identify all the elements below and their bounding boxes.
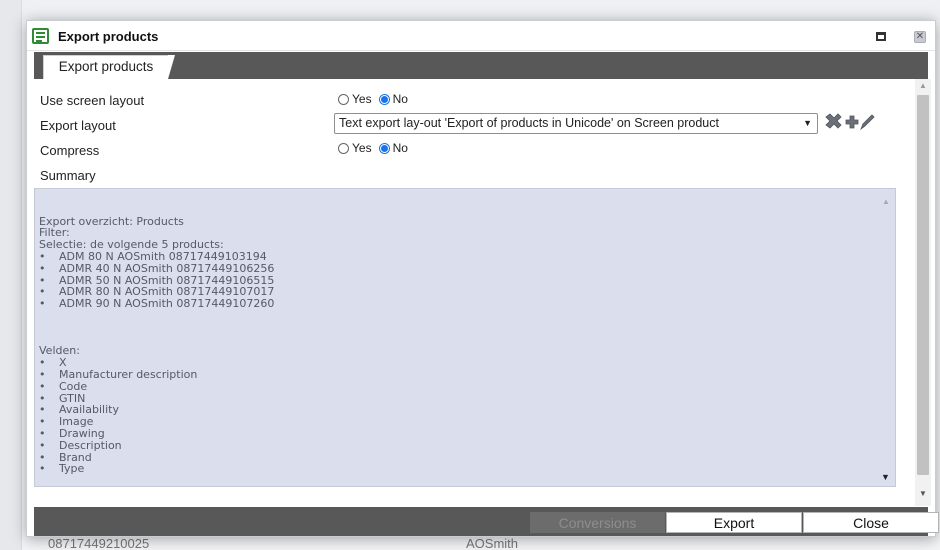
use-screen-layout-no-radio[interactable] [378, 93, 390, 105]
compress-radio-group: Yes No [338, 141, 412, 155]
use-screen-layout-yes-label[interactable]: Yes [352, 92, 372, 106]
compress-yes-label[interactable]: Yes [352, 141, 372, 155]
bullet-icon: • [39, 249, 46, 263]
summary-line-text: ADMR 90 N AOSmith 08717449107260 [59, 297, 275, 311]
summary-line: • ADMR 90 N AOSmith 08717449107260 [39, 298, 891, 310]
summary-line: • Manufacturer description [39, 369, 891, 381]
export-layout-tools [825, 113, 875, 131]
scroll-up-icon[interactable]: ▲ [919, 81, 927, 90]
delete-icon[interactable] [825, 113, 842, 129]
dialog-app-icon [32, 28, 49, 44]
tab-export-products[interactable]: Export products [43, 55, 175, 79]
add-icon[interactable] [845, 115, 859, 129]
compress-no-radio[interactable] [378, 142, 390, 154]
summary-line: • Code [39, 379, 891, 393]
summary-line: • Drawing [39, 428, 891, 440]
summary-line: • Brand [39, 451, 891, 464]
scroll-up-icon[interactable]: ▲ [882, 197, 890, 206]
dialog-footer: Conversions Export Close [34, 507, 939, 536]
bullet-icon: • [39, 438, 46, 452]
use-screen-layout-radio-group: Yes No [338, 92, 412, 106]
dialog-scrollbar[interactable]: ▲ ▼ [915, 79, 931, 506]
tab-bar: Export products [34, 52, 928, 79]
export-layout-label: Export layout [40, 118, 116, 133]
bullet-icon: • [39, 426, 46, 440]
close-button[interactable]: Close [803, 512, 939, 533]
scroll-down-icon[interactable]: ▼ [881, 472, 890, 482]
summary-line: • Description [39, 438, 891, 452]
export-layout-select[interactable]: Text export lay-out 'Export of products … [334, 113, 818, 134]
background-row-brand: AOSmith [466, 536, 519, 550]
background-row-gtin: 087174492100​25 [48, 536, 150, 550]
summary-line: Velden: [39, 345, 891, 357]
chevron-down-icon: ▼ [803, 118, 812, 128]
bullet-icon: • [39, 297, 46, 311]
summary-line-text: Type [59, 462, 85, 476]
use-screen-layout-label: Use screen layout [40, 93, 145, 108]
summary-textarea[interactable]: Export overzicht: Products Filter: Selecti… [34, 188, 896, 487]
close-icon[interactable]: ✕ [914, 31, 926, 43]
export-layout-selected-value: Text export lay-out 'Export of products … [339, 116, 719, 130]
summary-line [39, 334, 891, 346]
summary-line: Export overzicht: Products [39, 215, 891, 228]
compress-label: Compress [40, 143, 100, 158]
bullet-icon: • [39, 261, 46, 275]
bullet-icon: • [39, 367, 46, 381]
export-products-dialog: Export products ✕ Export products Use sc… [26, 20, 939, 537]
compress-no-label[interactable]: No [393, 141, 408, 155]
dialog-titlebar[interactable]: Export products ✕ [27, 21, 935, 51]
dialog-title: Export products [58, 29, 159, 44]
summary-label: Summary [40, 168, 96, 183]
conversions-button[interactable]: Conversions [530, 512, 665, 533]
summary-line: • GTIN [39, 392, 891, 405]
summary-line: • Availability [39, 404, 891, 416]
use-screen-layout-yes-radio[interactable] [338, 93, 349, 105]
summary-line [39, 322, 891, 334]
bullet-icon: • [39, 462, 46, 476]
summary-line: • Image [39, 416, 891, 428]
background-toolbar [0, 0, 940, 20]
use-screen-layout-no-label[interactable]: No [393, 92, 408, 106]
edit-icon[interactable] [860, 114, 875, 131]
compress-yes-radio[interactable] [338, 142, 349, 154]
summary-line: • Type [39, 463, 891, 475]
summary-line [39, 310, 891, 322]
scroll-down-icon[interactable]: ▼ [919, 489, 927, 498]
background-sidebar [0, 0, 22, 550]
summary-scrollbar[interactable]: ▲ ▼ [875, 189, 895, 486]
bullet-icon: • [39, 379, 46, 393]
export-button[interactable]: Export [666, 512, 802, 533]
maximize-icon[interactable] [876, 32, 886, 41]
scrollbar-thumb[interactable] [917, 95, 929, 475]
